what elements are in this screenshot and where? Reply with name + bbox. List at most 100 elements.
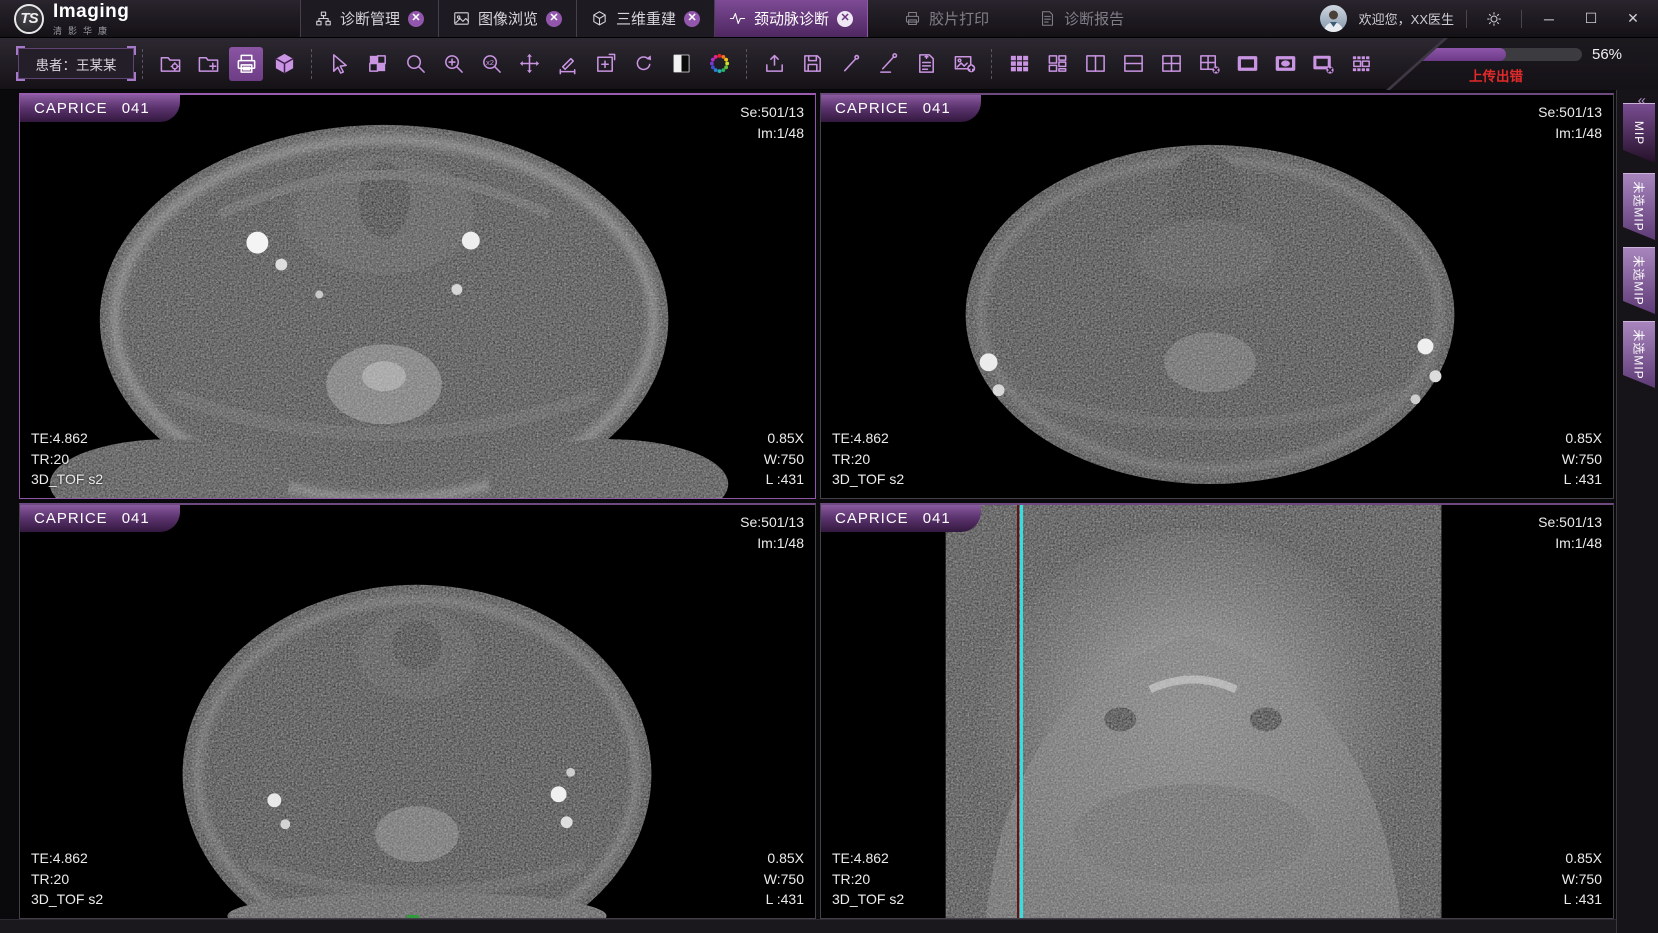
roi-rectangle-icon[interactable] — [1230, 47, 1264, 81]
acquisition-info-overlay: TE:4.862TR:203D_TOF s2 — [832, 848, 904, 910]
volume-3d-icon[interactable] — [267, 47, 301, 81]
tab-3d-reconstruction[interactable]: 三维重建 ✕ — [577, 0, 715, 37]
bottom-edge-strip — [0, 919, 1616, 933]
main-toolbar: 患者：王某某 x2 — [0, 38, 1658, 90]
magnify-icon[interactable] — [398, 47, 432, 81]
probe-icon[interactable] — [833, 47, 867, 81]
upload-progress-bar — [1410, 48, 1582, 61]
rotate-refresh-icon[interactable] — [626, 47, 660, 81]
sidebar-tab-unselected-mip-1[interactable]: 未选MIP — [1623, 173, 1655, 240]
pan-icon[interactable] — [512, 47, 546, 81]
series-tab[interactable]: CAPRICE 041 — [821, 505, 981, 532]
probe-baseline-icon[interactable] — [871, 47, 905, 81]
minimize-button[interactable]: ─ — [1534, 7, 1564, 31]
sidebar-tab-label: MIP — [1632, 121, 1646, 145]
save-icon[interactable] — [795, 47, 829, 81]
series-number: 041 — [122, 100, 150, 117]
sidebar-tab-unselected-mip-2[interactable]: 未选MIP — [1623, 247, 1655, 314]
roi-ellipse-icon[interactable] — [1268, 47, 1302, 81]
brand-tagline: 清影华康 — [53, 24, 129, 37]
close-window-button[interactable]: ✕ — [1618, 7, 1648, 31]
series-tab[interactable]: CAPRICE 041 — [20, 95, 180, 122]
cursor-select-icon[interactable] — [322, 47, 356, 81]
open-study-add-icon[interactable] — [191, 47, 225, 81]
tab-label: 图像浏览 — [478, 8, 538, 29]
device-name: CAPRICE — [34, 100, 108, 117]
sidebar-tab-label: 未选MIP — [1631, 329, 1648, 379]
sidebar-tab-unselected-mip-3[interactable]: 未选MIP — [1623, 321, 1655, 388]
measure-icon[interactable] — [550, 47, 584, 81]
maximize-button[interactable]: ☐ — [1576, 7, 1606, 31]
viewport-panel-1[interactable]: CAPRICE 041 Se:501/13Im:1/48 TE:4.862TR:… — [19, 93, 816, 499]
logo-monogram-icon: TS — [14, 4, 44, 34]
annotation-add-icon[interactable] — [588, 47, 622, 81]
zoom-2x-icon[interactable]: x2 — [474, 47, 508, 81]
zoom-in-icon[interactable] — [436, 47, 470, 81]
split-horizontal-icon[interactable] — [1116, 47, 1150, 81]
series-info-overlay: Se:501/13Im:1/48 — [740, 102, 804, 143]
roi-remove-icon[interactable] — [1306, 47, 1340, 81]
waveform-icon — [729, 10, 746, 27]
upload-icon[interactable] — [757, 47, 791, 81]
tab-label: 颈动脉诊断 — [754, 8, 829, 29]
tab-film-print[interactable]: 胶片打印 — [890, 0, 1003, 37]
viewport-panel-4[interactable]: CAPRICE 041 Se:501/13Im:1/48 TE:4.862TR:… — [820, 503, 1614, 919]
mip-coronal-image — [821, 505, 1613, 919]
block-layout-icon[interactable] — [1040, 47, 1074, 81]
viewport-panel-2[interactable]: CAPRICE 041 Se:501/13Im:1/48 TE:4.862TR:… — [820, 93, 1614, 499]
grid-2x2-icon[interactable] — [1154, 47, 1188, 81]
open-study-settings-icon[interactable] — [153, 47, 187, 81]
device-name: CAPRICE — [835, 100, 909, 117]
mip-sidebar: « MIP 未选MIP 未选MIP 未选MIP — [1616, 90, 1658, 933]
tab-diagnosis-management[interactable]: 诊断管理 ✕ — [300, 0, 439, 37]
report-icon — [1039, 10, 1056, 27]
series-number: 041 — [923, 100, 951, 117]
viewport-area: CAPRICE 041 Se:501/13Im:1/48 TE:4.862TR:… — [0, 90, 1658, 933]
image-export-icon[interactable] — [947, 47, 981, 81]
series-info-overlay: Se:501/13Im:1/48 — [1538, 102, 1602, 143]
user-avatar[interactable] — [1320, 5, 1347, 32]
mri-axial-image-2 — [821, 95, 1613, 499]
series-tab[interactable]: CAPRICE 041 — [20, 505, 180, 532]
mri-axial-image-1 — [20, 95, 815, 499]
mri-axial-image-3 — [20, 505, 815, 919]
window-info-overlay: 0.85XW:750L :431 — [764, 428, 804, 490]
close-tab-icon[interactable]: ✕ — [684, 11, 700, 27]
tab-carotid-diagnosis[interactable]: 颈动脉诊断 ✕ — [715, 0, 868, 37]
series-tab[interactable]: CAPRICE 041 — [821, 95, 981, 122]
upload-error-text[interactable]: 上传出错 — [1410, 65, 1582, 85]
report-document-icon[interactable] — [909, 47, 943, 81]
window-info-overlay: 0.85XW:750L :431 — [1562, 428, 1602, 490]
cube-icon — [591, 10, 608, 27]
acquisition-info-overlay: TE:4.862TR:203D_TOF s2 — [31, 848, 103, 910]
sidebar-tab-mip[interactable]: MIP — [1623, 103, 1655, 163]
filmstrip-icon[interactable] — [1344, 47, 1378, 81]
welcome-text: 欢迎您，XX医生 — [1359, 9, 1454, 28]
tab-diagnosis-report[interactable]: 诊断报告 — [1025, 0, 1138, 37]
close-tab-icon[interactable]: ✕ — [837, 11, 853, 27]
patient-field[interactable]: 患者：王某某 — [18, 48, 134, 79]
close-tab-icon[interactable]: ✕ — [408, 11, 424, 27]
tab-label: 三维重建 — [616, 8, 676, 29]
tab-image-browse[interactable]: 图像浏览 ✕ — [439, 0, 577, 37]
tab-label: 胶片打印 — [929, 8, 989, 29]
tile-compare-icon[interactable] — [360, 47, 394, 81]
image-icon — [453, 10, 470, 27]
window-level-contrast-icon[interactable] — [664, 47, 698, 81]
sitemap-icon — [315, 10, 332, 27]
toolbar-right-inner: 56% 上传出错 — [1388, 38, 1658, 90]
close-tab-icon[interactable]: ✕ — [546, 11, 562, 27]
pseudo-color-icon[interactable] — [702, 47, 736, 81]
grid-layout-icon[interactable] — [1002, 47, 1036, 81]
svg-text:x2: x2 — [485, 58, 493, 67]
print-tool-icon[interactable] — [229, 47, 263, 81]
series-number: 041 — [923, 510, 951, 527]
settings-gear-icon[interactable] — [1479, 7, 1509, 31]
reference-line[interactable] — [1020, 505, 1023, 918]
tab-label: 诊断报告 — [1064, 8, 1124, 29]
title-bar: TS Imaging 清影华康 诊断管理 ✕ 图像浏览 ✕ 三维重建 ✕ 颈动脉… — [0, 0, 1658, 38]
split-vertical-icon[interactable] — [1078, 47, 1112, 81]
grid-close-icon[interactable] — [1192, 47, 1226, 81]
sidebar-tab-label: 未选MIP — [1631, 181, 1648, 231]
viewport-panel-3[interactable]: CAPRICE 041 Se:501/13Im:1/48 TE:4.862TR:… — [19, 503, 816, 919]
